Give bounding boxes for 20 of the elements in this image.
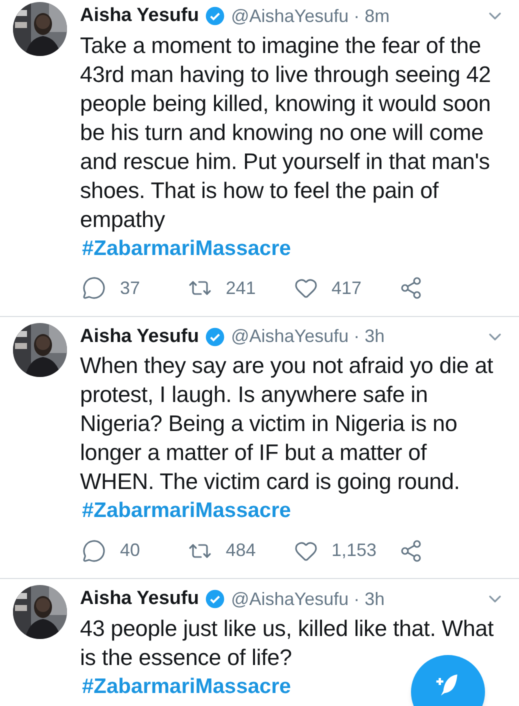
- author-name[interactable]: Aisha Yesufu: [80, 322, 199, 351]
- author-name[interactable]: Aisha Yesufu: [80, 2, 199, 30]
- tweet-text: When they say are you not afraid yo die at protest, I laugh. Is anywhere safe in Nigeria? Being a victim in Nigeria is no longer a matter of IF but a matter of WHEN. The victim card is going round.: [80, 352, 494, 496]
- share-icon[interactable]: [399, 276, 424, 300]
- handle-and-time: @AishaYesufu · 3h: [230, 588, 385, 611]
- reply-icon[interactable]: [82, 538, 106, 562]
- reply-icon[interactable]: [82, 276, 106, 300]
- tweet-text: Take a moment to imagine the fear of the 43rd man having to live through seeing 42 people being killed, knowing it would soon be his turn and knowing no one will come and rescue him. Put yourself in that man's shoes. That is how to feel the pain of empathy: [80, 32, 492, 234]
- handle-and-time: @AishaYesufu · 8m: [230, 4, 390, 28]
- count: 417: [332, 276, 362, 300]
- share-icon[interactable]: [399, 538, 424, 562]
- heart-icon[interactable]: [294, 276, 318, 300]
- author-name[interactable]: Aisha Yesufu: [80, 585, 199, 614]
- count: 241: [226, 276, 256, 300]
- tweet-text: 43 people just like us, killed like that. What is the essence of life?: [80, 614, 495, 672]
- count: 1,153: [332, 539, 377, 562]
- count: 40: [120, 539, 140, 562]
- count: 484: [226, 539, 256, 562]
- handle-and-time: @AishaYesufu · 3h: [230, 325, 385, 348]
- count: 37: [120, 276, 140, 300]
